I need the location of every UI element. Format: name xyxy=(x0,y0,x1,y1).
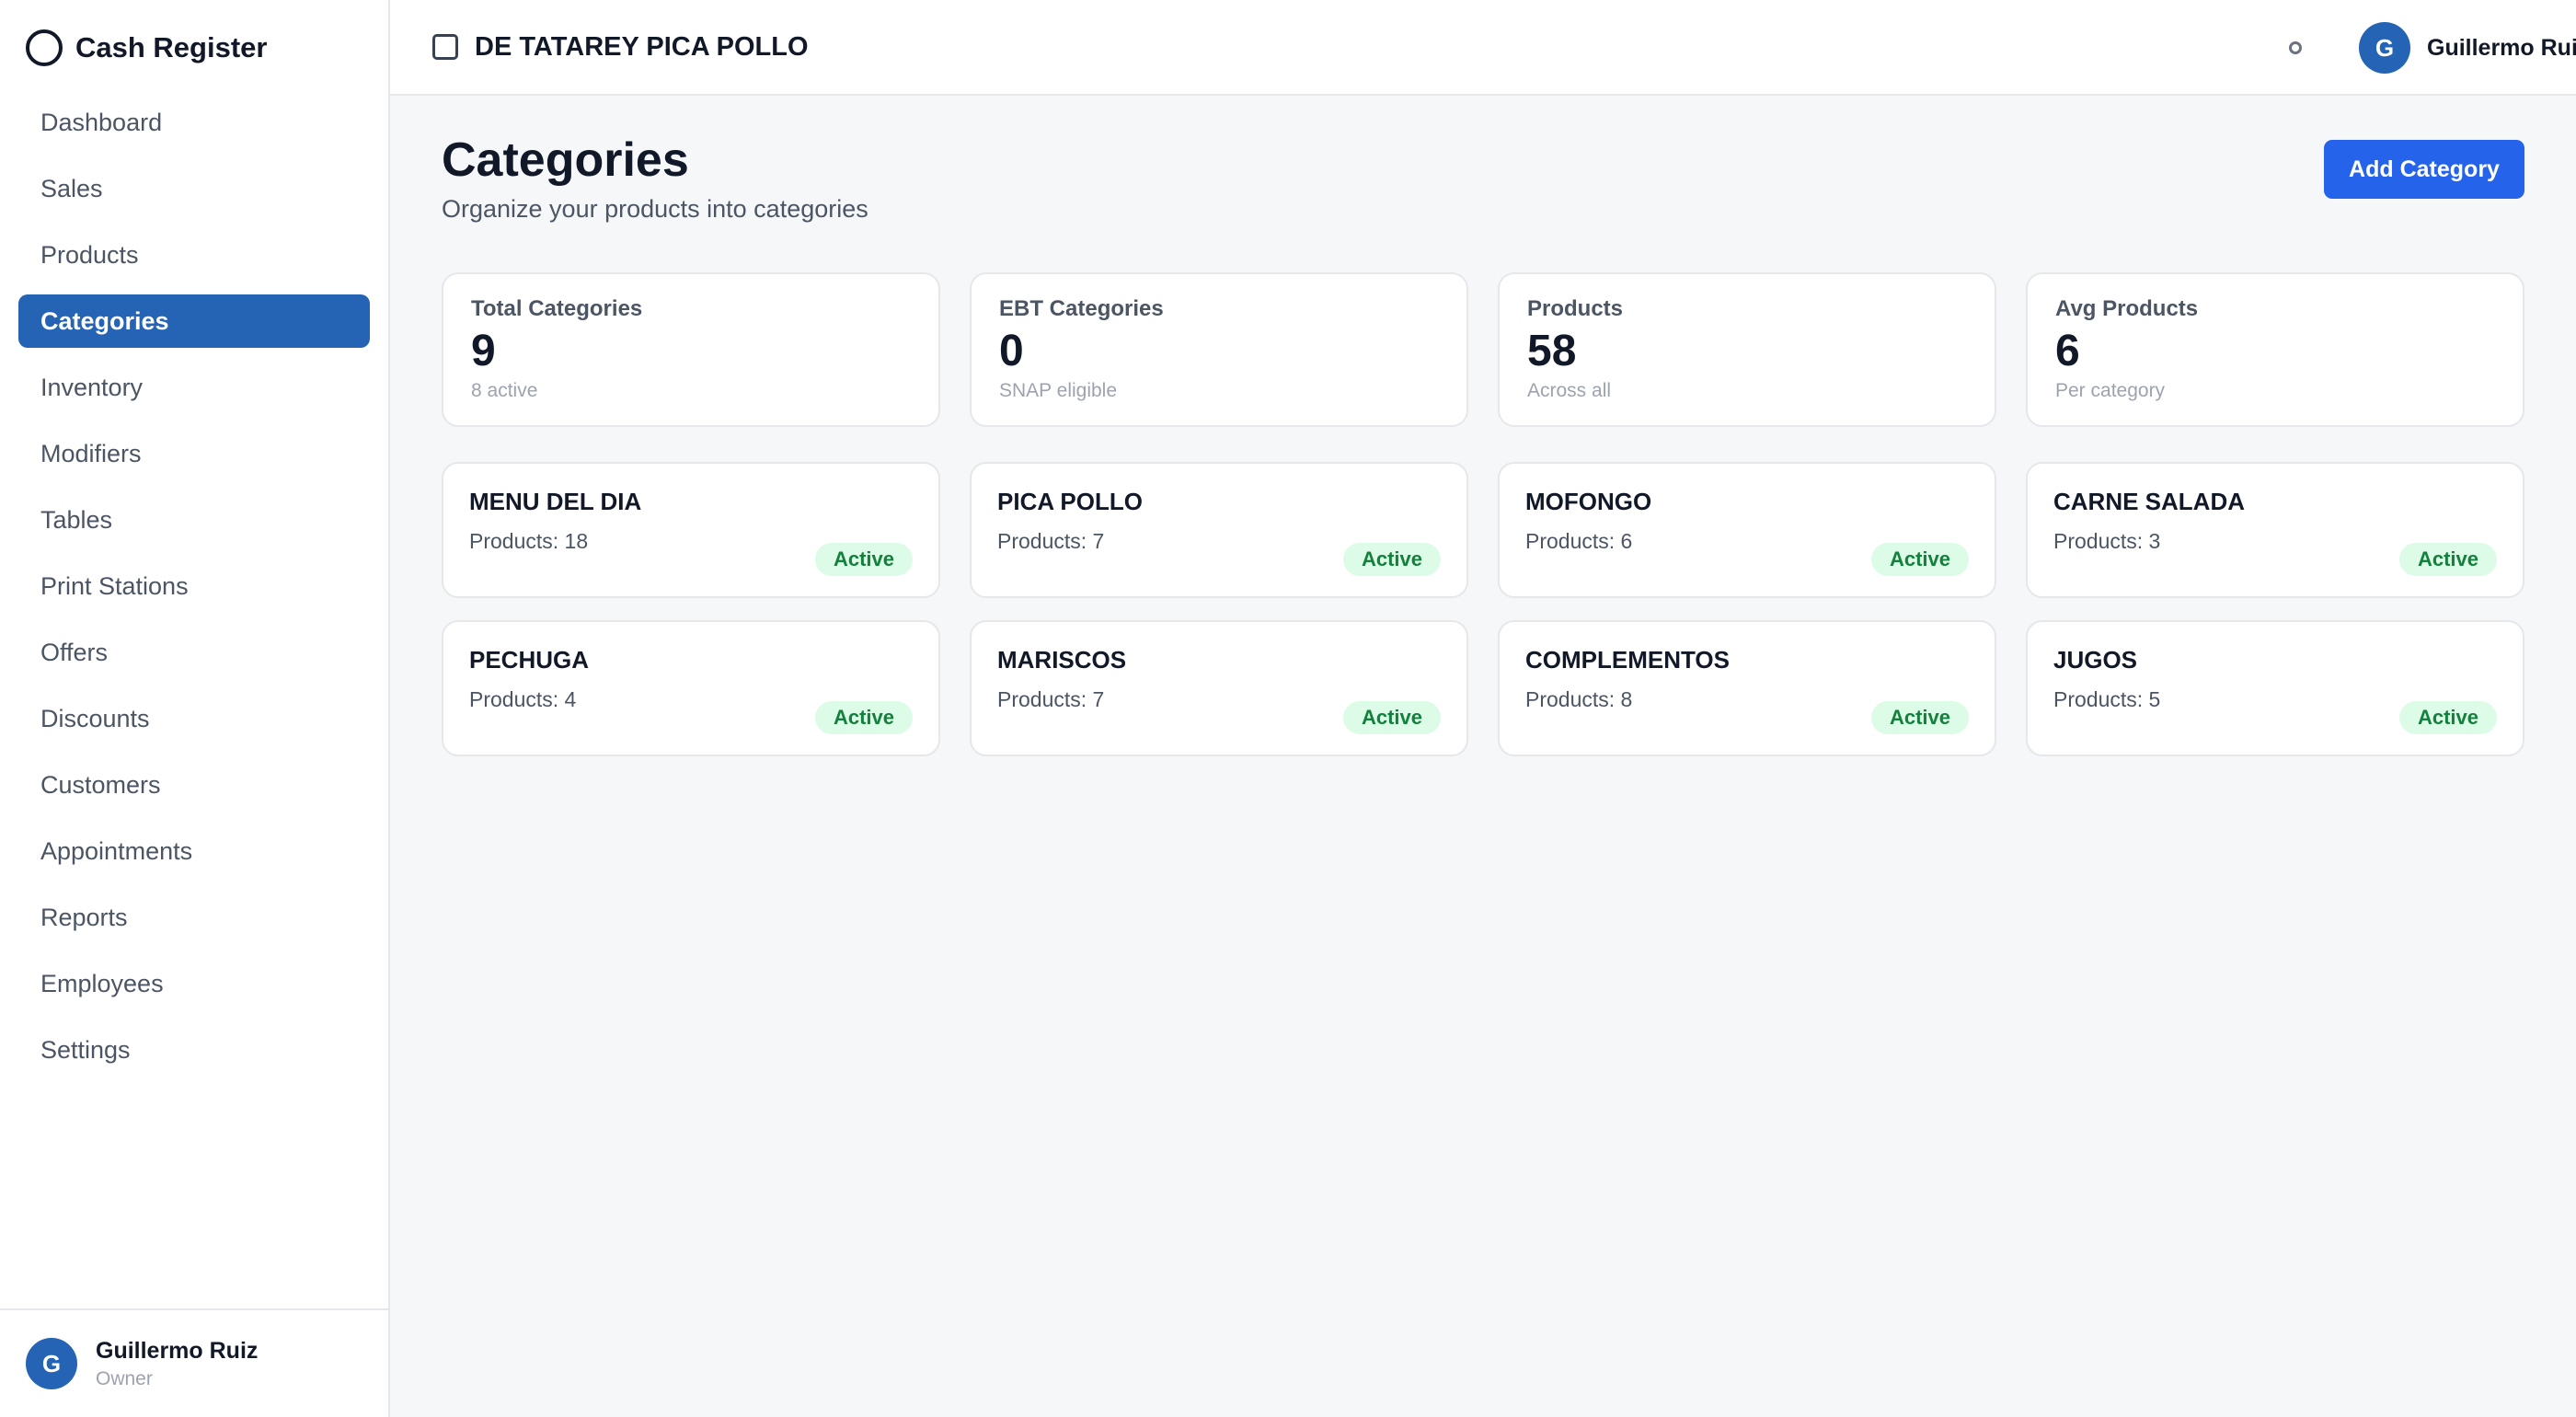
status-indicator-icon xyxy=(2289,41,2302,54)
sidebar-item-employees[interactable]: Employees xyxy=(18,957,370,1010)
category-name: PICA POLLO xyxy=(997,488,1143,515)
stat-value: 58 xyxy=(1527,327,1577,375)
category-card[interactable]: MARISCOS Products: 7 Active xyxy=(970,620,1468,756)
sidebar-item-label: Reports xyxy=(40,903,128,931)
main-area: DE TATAREY PICA POLLO G Guillermo Ruiz C… xyxy=(390,0,2576,1417)
status-badge: Active xyxy=(814,543,913,576)
sidebar-item-sales[interactable]: Sales xyxy=(18,162,370,215)
sidebar-item-settings[interactable]: Settings xyxy=(18,1023,370,1077)
avatar: G xyxy=(26,1338,77,1389)
stat-sub: Across all xyxy=(1527,380,1612,401)
category-name: PECHUGA xyxy=(469,646,590,674)
sidebar-item-categories[interactable]: Categories xyxy=(18,294,370,348)
topbar: DE TATAREY PICA POLLO G Guillermo Ruiz xyxy=(390,0,2576,96)
stat-sub: SNAP eligible xyxy=(999,380,1118,401)
user-role: Owner xyxy=(96,1367,153,1389)
status-badge: Active xyxy=(1870,543,1969,576)
status-badge: Active xyxy=(2398,543,2497,576)
stat-card-products: Products 58 Across all xyxy=(1498,272,1996,427)
sidebar-item-modifiers[interactable]: Modifiers xyxy=(18,427,370,480)
sidebar-item-discounts[interactable]: Discounts xyxy=(18,692,370,745)
status-badge: Active xyxy=(2398,701,2497,734)
sidebar-user-profile[interactable]: G Guillermo Ruiz Owner xyxy=(0,1308,388,1417)
category-name: MARISCOS xyxy=(997,646,1127,674)
sidebar-item-label: Dashboard xyxy=(40,108,163,136)
category-name: MENU DEL DIA xyxy=(469,488,642,515)
sidebar-item-label: Appointments xyxy=(40,836,193,865)
status-badge: Active xyxy=(1342,701,1441,734)
category-card[interactable]: MOFONGO Products: 6 Active xyxy=(1498,462,1996,598)
stat-label: EBT Categories xyxy=(999,296,1164,321)
sidebar-item-label: Inventory xyxy=(40,373,144,401)
sidebar-item-label: Settings xyxy=(40,1035,131,1064)
page-title: Categories xyxy=(442,133,689,187)
app-title: Cash Register xyxy=(75,31,268,63)
sidebar-item-label: Print Stations xyxy=(40,571,189,600)
user-name: Guillermo Ruiz xyxy=(96,1337,259,1364)
category-name: CARNE SALADA xyxy=(2053,488,2245,515)
sidebar-item-label: Products xyxy=(40,240,139,269)
user-info: Guillermo Ruiz Owner xyxy=(96,1338,258,1390)
stat-card-total-categories: Total Categories 9 8 active xyxy=(442,272,940,427)
category-card[interactable]: PECHUGA Products: 4 Active xyxy=(442,620,940,756)
sidebar-item-label: Tables xyxy=(40,505,113,534)
brand: Cash Register xyxy=(0,0,388,96)
stat-card-ebt-categories: EBT Categories 0 SNAP eligible xyxy=(970,272,1468,427)
sidebar-item-label: Customers xyxy=(40,770,161,799)
stat-label: Avg Products xyxy=(2055,296,2199,321)
category-name: MOFONGO xyxy=(1525,488,1652,515)
sidebar-item-label: Modifiers xyxy=(40,439,142,467)
sidebar: Cash Register Dashboard Sales Products C… xyxy=(0,0,390,1417)
stat-sub: 8 active xyxy=(471,380,538,401)
sidebar-item-dashboard[interactable]: Dashboard xyxy=(18,96,370,149)
stats-row: Total Categories 9 8 active EBT Categori… xyxy=(442,272,2524,427)
category-grid: MENU DEL DIA Products: 18 Active PICA PO… xyxy=(442,462,2524,756)
user-name: Guillermo Ruiz xyxy=(2427,34,2576,61)
status-badge: Active xyxy=(1870,701,1969,734)
sidebar-item-offers[interactable]: Offers xyxy=(18,626,370,679)
stat-value: 6 xyxy=(2055,327,2080,375)
sidebar-item-label: Sales xyxy=(40,174,103,202)
stat-card-avg-products: Avg Products 6 Per category xyxy=(2026,272,2524,427)
stat-value: 9 xyxy=(471,327,496,375)
category-card[interactable]: PICA POLLO Products: 7 Active xyxy=(970,462,1468,598)
category-card[interactable]: CARNE SALADA Products: 3 Active xyxy=(2026,462,2524,598)
avatar: G xyxy=(2359,22,2410,74)
category-card[interactable]: JUGOS Products: 5 Active xyxy=(2026,620,2524,756)
sidebar-item-customers[interactable]: Customers xyxy=(18,758,370,812)
add-category-button[interactable]: Add Category xyxy=(2324,140,2524,199)
app-root: Cash Register Dashboard Sales Products C… xyxy=(0,0,2576,1417)
category-name: COMPLEMENTOS xyxy=(1525,646,1730,674)
stat-sub: Per category xyxy=(2055,380,2166,401)
category-card[interactable]: MENU DEL DIA Products: 18 Active xyxy=(442,462,940,598)
store-name: DE TATAREY PICA POLLO xyxy=(475,31,809,62)
stat-label: Products xyxy=(1527,296,1624,321)
status-badge: Active xyxy=(1342,543,1441,576)
sidebar-nav: Dashboard Sales Products Categories Inve… xyxy=(0,96,388,1077)
sidebar-item-appointments[interactable]: Appointments xyxy=(18,824,370,878)
status-badge: Active xyxy=(814,701,913,734)
top-user-menu[interactable]: G Guillermo Ruiz xyxy=(2359,22,2576,74)
sidebar-item-inventory[interactable]: Inventory xyxy=(18,361,370,414)
stat-label: Total Categories xyxy=(471,296,643,321)
sidebar-item-label: Discounts xyxy=(40,704,150,732)
sidebar-item-reports[interactable]: Reports xyxy=(18,891,370,944)
stat-value: 0 xyxy=(999,327,1024,375)
sidebar-item-print-stations[interactable]: Print Stations xyxy=(18,559,370,613)
sidebar-item-label: Categories xyxy=(40,306,169,335)
page-subtitle: Organize your products into categories xyxy=(442,195,868,223)
store-checkbox[interactable] xyxy=(432,34,458,60)
circle-logo-icon xyxy=(26,29,63,66)
sidebar-item-tables[interactable]: Tables xyxy=(18,493,370,547)
sidebar-item-products[interactable]: Products xyxy=(18,228,370,282)
sidebar-item-label: Employees xyxy=(40,969,164,997)
category-card[interactable]: COMPLEMENTOS Products: 8 Active xyxy=(1498,620,1996,756)
category-name: JUGOS xyxy=(2053,646,2138,674)
sidebar-item-label: Offers xyxy=(40,638,109,666)
